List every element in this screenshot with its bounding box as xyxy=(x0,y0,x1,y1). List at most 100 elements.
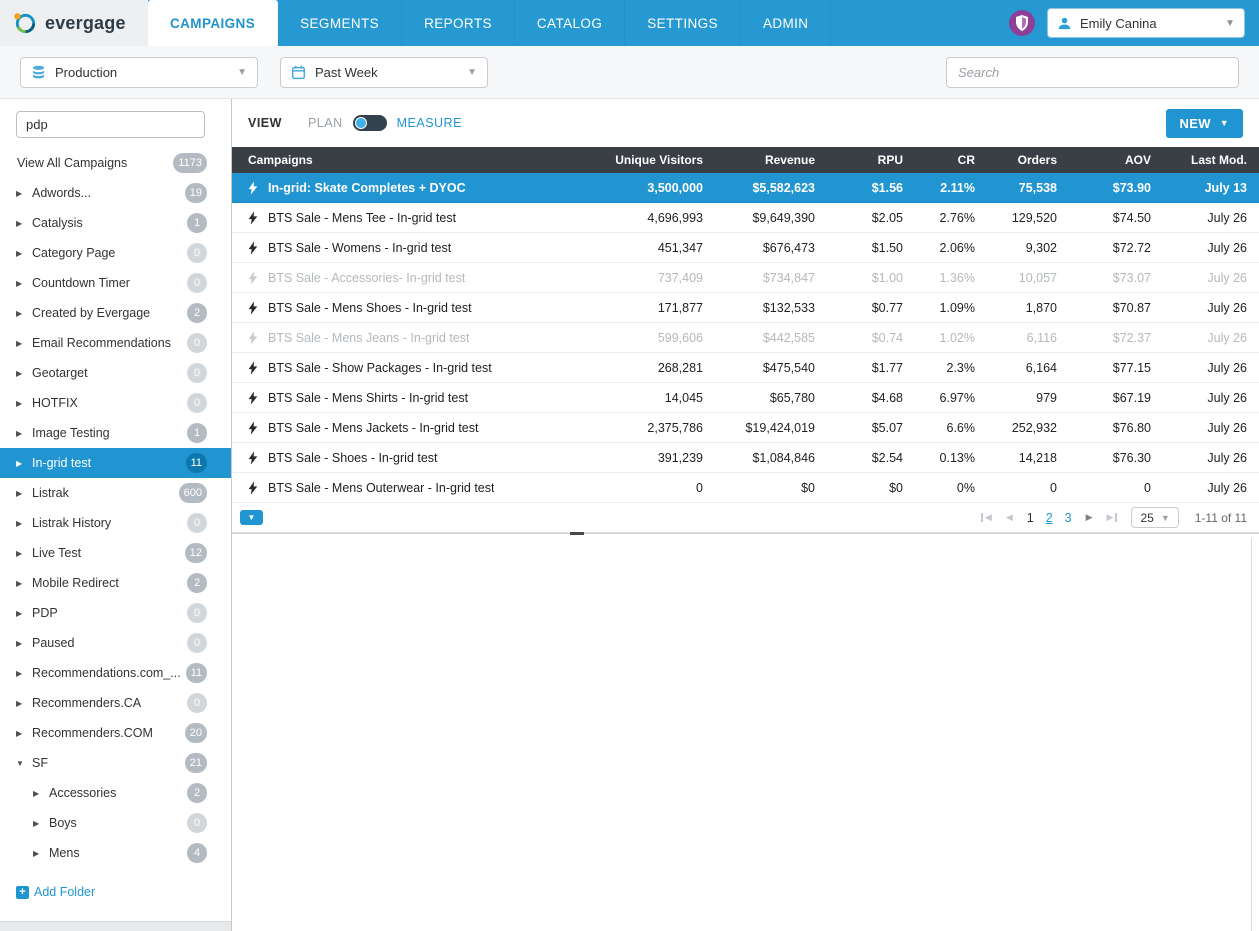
chevron-right-icon[interactable]: ▶ xyxy=(16,489,31,498)
sidebar-folder[interactable]: ▶ Mens 4 xyxy=(0,838,231,868)
rpu-cell: $0 xyxy=(889,480,903,495)
page-number-3[interactable]: 3 xyxy=(1065,511,1072,525)
view-all-campaigns[interactable]: View All Campaigns 1173 xyxy=(0,148,231,178)
previous-page-icon[interactable]: ◀ xyxy=(1006,513,1013,522)
campaign-row[interactable]: BTS Sale - Mens Jackets - In-grid test 2,… xyxy=(232,413,1259,443)
date-range-dropdown[interactable]: Past Week ▼ xyxy=(280,56,488,88)
next-page-icon[interactable]: ▶ xyxy=(1086,513,1093,522)
add-folder-button[interactable]: + Add Folder xyxy=(16,885,95,899)
collapse-panel-button[interactable]: ▼ xyxy=(240,510,263,525)
panel-scrollbar-track[interactable] xyxy=(1251,538,1252,931)
chevron-right-icon[interactable]: ▶ xyxy=(16,189,31,198)
campaign-row[interactable]: BTS Sale - Mens Outerwear - In-grid test… xyxy=(232,473,1259,503)
chevron-right-icon[interactable]: ▶ xyxy=(16,429,31,438)
sidebar-folder[interactable]: ▶ Countdown Timer 0 xyxy=(0,268,231,298)
campaign-row[interactable]: BTS Sale - Show Packages - In-grid test 2… xyxy=(232,353,1259,383)
admin-shield-icon[interactable] xyxy=(1008,9,1036,37)
chevron-right-icon[interactable]: ▶ xyxy=(16,519,31,528)
plan-label[interactable]: PLAN xyxy=(308,116,343,130)
folder-filter-input[interactable] xyxy=(16,111,205,138)
sidebar-folder[interactable]: ▼ SF 21 xyxy=(0,748,231,778)
chevron-right-icon[interactable]: ▶ xyxy=(16,219,31,228)
new-campaign-button[interactable]: NEW ▼ xyxy=(1165,108,1243,138)
page-number-1[interactable]: 1 xyxy=(1027,511,1034,525)
campaign-row[interactable]: BTS Sale - Mens Shoes - In-grid test 171,… xyxy=(232,293,1259,323)
bolt-icon xyxy=(248,390,259,405)
chevron-right-icon[interactable]: ▶ xyxy=(16,459,31,468)
sidebar-folder[interactable]: ▶ Recommendations.com_... 11 xyxy=(0,658,231,688)
plan-measure-toggle[interactable] xyxy=(352,115,387,131)
chevron-right-icon[interactable]: ▶ xyxy=(16,279,31,288)
user-menu[interactable]: Emily Canina ▼ xyxy=(1047,8,1245,38)
chevron-right-icon[interactable]: ▶ xyxy=(16,609,31,618)
page-size-dropdown[interactable]: 25 ▼ xyxy=(1131,507,1179,528)
chevron-right-icon[interactable]: ▶ xyxy=(16,639,31,648)
chevron-right-icon[interactable]: ▶ xyxy=(16,669,31,678)
sidebar-folder[interactable]: ▶ Image Testing 1 xyxy=(0,418,231,448)
column-header-visitors[interactable]: Unique Visitors xyxy=(573,153,703,167)
chevron-right-icon[interactable]: ▶ xyxy=(16,399,31,408)
tab-reports[interactable]: REPORTS xyxy=(402,0,515,46)
chevron-right-icon[interactable]: ▶ xyxy=(16,729,31,738)
sidebar-folder[interactable]: ▶ Category Page 0 xyxy=(0,238,231,268)
tab-campaigns[interactable]: CAMPAIGNS xyxy=(148,0,279,46)
column-header-orders[interactable]: Orders xyxy=(975,153,1057,167)
tab-settings[interactable]: SETTINGS xyxy=(625,0,741,46)
page-number-2[interactable]: 2 xyxy=(1046,511,1053,525)
chevron-right-icon[interactable]: ▶ xyxy=(33,849,48,858)
tab-segments[interactable]: SEGMENTS xyxy=(278,0,403,46)
panel-resize-handle[interactable] xyxy=(570,532,584,535)
sidebar-folder[interactable]: ▶ Listrak 600 xyxy=(0,478,231,508)
sidebar-folder[interactable]: ▶ Created by Evergage 2 xyxy=(0,298,231,328)
sidebar-folder[interactable]: ▶ Recommenders.COM 20 xyxy=(0,718,231,748)
chevron-right-icon[interactable]: ▶ xyxy=(16,699,31,708)
column-header-rpu[interactable]: RPU xyxy=(815,153,903,167)
sidebar-folder[interactable]: ▶ Accessories 2 xyxy=(0,778,231,808)
campaign-row[interactable]: BTS Sale - Shoes - In-grid test 391,239 $1… xyxy=(232,443,1259,473)
last-page-icon[interactable]: ▶ xyxy=(1107,513,1118,522)
first-page-icon[interactable]: ◀ xyxy=(980,513,992,522)
sidebar-folder[interactable]: ▶ HOTFIX 0 xyxy=(0,388,231,418)
campaign-row[interactable]: In-grid: Skate Completes + DYOC 3,500,000… xyxy=(232,173,1259,203)
column-header-aov[interactable]: AOV xyxy=(1057,153,1151,167)
sidebar-folder[interactable]: ▶ Live Test 12 xyxy=(0,538,231,568)
sidebar-folder[interactable]: ▶ Listrak History 0 xyxy=(0,508,231,538)
chevron-right-icon[interactable]: ▶ xyxy=(16,339,31,348)
sidebar-folder[interactable]: ▶ Mobile Redirect 2 xyxy=(0,568,231,598)
column-header-cr[interactable]: CR xyxy=(903,153,975,167)
campaign-row[interactable]: BTS Sale - Womens - In-grid test 451,347 $… xyxy=(232,233,1259,263)
column-header-name[interactable]: Campaigns xyxy=(232,153,573,167)
chevron-right-icon[interactable]: ▶ xyxy=(16,549,31,558)
sidebar-folder[interactable]: ▶ Paused 0 xyxy=(0,628,231,658)
sidebar-folder[interactable]: ▶ Recommenders.CA 0 xyxy=(0,688,231,718)
sidebar-folder[interactable]: ▶ Boys 0 xyxy=(0,808,231,838)
campaign-row[interactable]: BTS Sale - Mens Tee - In-grid test 4,696,… xyxy=(232,203,1259,233)
sidebar-folder[interactable]: ▶ Adwords... 19 xyxy=(0,178,231,208)
measure-label[interactable]: MEASURE xyxy=(397,116,462,130)
chevron-right-icon[interactable]: ▶ xyxy=(16,369,31,378)
column-header-last_mod[interactable]: Last Mod. xyxy=(1151,153,1247,167)
campaign-row[interactable]: BTS Sale - Mens Shirts - In-grid test 14,… xyxy=(232,383,1259,413)
campaign-row[interactable]: BTS Sale - Accessories- In-grid test 737,… xyxy=(232,263,1259,293)
campaign-row[interactable]: BTS Sale - Mens Jeans - In-grid test 599,… xyxy=(232,323,1259,353)
chevron-right-icon[interactable]: ▶ xyxy=(33,789,48,798)
search-input[interactable] xyxy=(946,56,1239,88)
sidebar-folder[interactable]: ▶ PDP 0 xyxy=(0,598,231,628)
sidebar-folder[interactable]: ▶ In-grid test 11 xyxy=(0,448,231,478)
chevron-right-icon[interactable]: ▶ xyxy=(33,819,48,828)
column-header-revenue[interactable]: Revenue xyxy=(703,153,815,167)
folder-count-badge: 11 xyxy=(185,663,207,683)
chevron-right-icon[interactable]: ▶ xyxy=(16,249,31,258)
chevron-right-icon[interactable]: ▶ xyxy=(16,579,31,588)
chevron-right-icon[interactable]: ▶ xyxy=(16,309,31,318)
sidebar-folder[interactable]: ▶ Catalysis 1 xyxy=(0,208,231,238)
brand-logo[interactable]: evergage xyxy=(0,0,148,46)
sidebar-folder[interactable]: ▶ Email Recommendations 0 xyxy=(0,328,231,358)
environment-dropdown[interactable]: Production ▼ xyxy=(20,56,258,88)
chevron-down-icon[interactable]: ▼ xyxy=(16,759,31,768)
tab-admin[interactable]: ADMIN xyxy=(741,0,832,46)
folder-label: Recommenders.CA xyxy=(32,696,142,710)
tab-catalog[interactable]: CATALOG xyxy=(515,0,626,46)
sidebar-folder[interactable]: ▶ Geotarget 0 xyxy=(0,358,231,388)
sidebar-horizontal-scrollbar[interactable] xyxy=(0,921,231,931)
